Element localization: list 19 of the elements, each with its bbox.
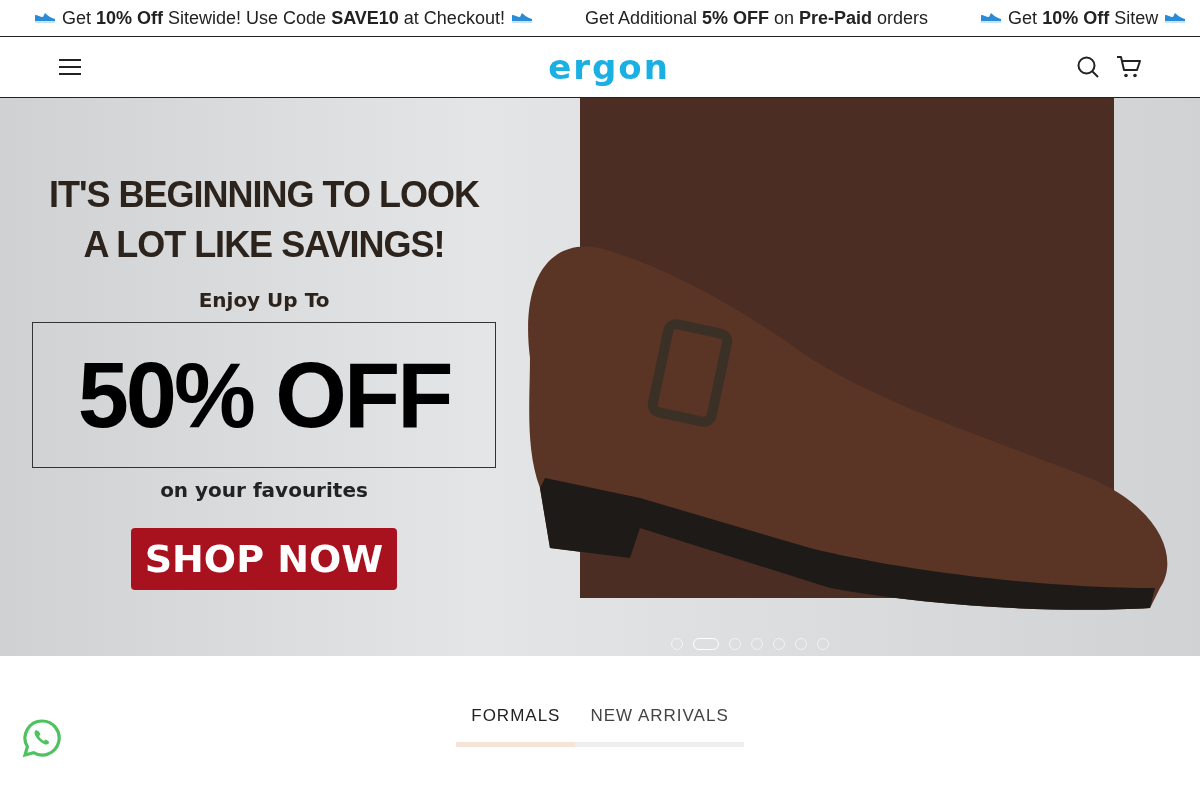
shop-now-button[interactable]: SHOP NOW — [130, 528, 398, 590]
announcement-text: Get 10% Off Sitewide! Use Code SAVE10 at Checkout! — [62, 7, 505, 29]
banner-headline: A LOT LIKE SAVINGS! — [83, 223, 445, 267]
chat-icon[interactable] — [22, 718, 62, 758]
sneaker-icon — [1164, 11, 1187, 25]
promo-intro: Enjoy Up To — [198, 288, 330, 312]
banner-headline: IT'S BEGINNING TO LOOK — [49, 173, 479, 217]
sneaker-icon — [510, 11, 533, 25]
sneaker-icon — [34, 11, 56, 25]
announcement-text: Get 10% Off Sitew — [1008, 7, 1159, 29]
promo-note: on your favourites — [160, 478, 368, 502]
announcement-text: Get Additional 5% OFF on Pre-Paid orders — [584, 7, 929, 29]
category-tab[interactable]: FORMALS — [456, 706, 576, 747]
category-tab[interactable]: NEW ARRIVALS — [575, 706, 744, 747]
cart-icon[interactable] — [1116, 55, 1142, 79]
menu-icon[interactable] — [58, 58, 82, 76]
offer-text: 50% OFF — [77, 342, 451, 448]
sneaker-icon — [980, 11, 1003, 25]
search-icon[interactable] — [1076, 55, 1100, 79]
